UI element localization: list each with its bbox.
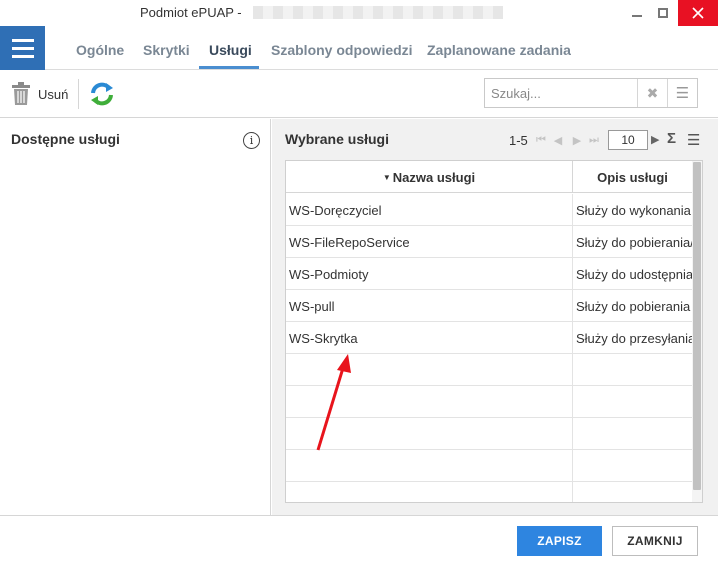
service-desc-cell: [573, 482, 692, 502]
prev-page-button[interactable]: ◀: [552, 133, 564, 147]
annotation-arrow-icon: [316, 354, 351, 451]
prev-page-icon: ◀: [553, 134, 563, 147]
table-row[interactable]: WS-Podmioty Służy do udostępnia: [286, 258, 692, 290]
pager-range: 1-5: [509, 133, 528, 148]
close-window-button[interactable]: [678, 0, 718, 26]
last-page-button[interactable]: ⏭: [588, 133, 600, 147]
minimize-button[interactable]: [626, 0, 648, 26]
service-desc-cell: Służy do udostępnia: [576, 266, 692, 282]
toolbar: Usuń ✖ ☰: [0, 70, 718, 118]
service-desc-cell: [573, 354, 692, 386]
column-header-desc-label: Opis usługi: [597, 169, 668, 185]
selected-services-panel: Wybrane usługi 1-5 ⏮ ◀ ▶ ⏭ 10 ▶ Σ ☰ ▼ Na…: [272, 119, 718, 515]
window-title: Podmiot ePUAP -: [140, 5, 242, 20]
service-name-cell: WS-Podmioty: [286, 258, 573, 290]
service-name-cell: [286, 482, 573, 502]
scrollbar-thumb[interactable]: [693, 162, 701, 490]
close-icon: [692, 7, 704, 19]
available-services-panel: Dostępne usługi i: [0, 119, 271, 515]
toolbar-divider: [78, 79, 79, 109]
redacted-title-text: [253, 6, 503, 19]
tab-szablony-odpowiedzi[interactable]: Szablony odpowiedzi: [271, 42, 413, 58]
info-icon-glyph: i: [249, 134, 254, 147]
service-name-cell: WS-Skrytka: [286, 322, 573, 354]
tab-uslugi[interactable]: Usługi: [209, 42, 252, 58]
service-name-cell: [286, 450, 573, 482]
maximize-button[interactable]: [652, 0, 674, 26]
play-icon: ▶: [651, 134, 660, 146]
search-clear-button[interactable]: ✖: [637, 79, 667, 107]
table-row[interactable]: WS-Doręczyciel Służy do wykonania: [286, 194, 692, 226]
first-page-icon: ⏮: [536, 133, 546, 146]
service-desc-cell: [573, 418, 692, 450]
next-page-icon: ▶: [572, 134, 582, 147]
dialog-footer: ZAPISZ ZAMKNIJ: [0, 515, 718, 566]
service-desc-cell: Służy do pobierania d: [576, 298, 692, 314]
refresh-icon: [91, 82, 113, 106]
sort-desc-icon: ▼: [382, 172, 391, 182]
clear-icon: ✖: [646, 84, 659, 101]
hamburger-icon: [11, 38, 34, 42]
service-name-cell: WS-Doręczyciel: [286, 194, 573, 226]
table-row[interactable]: WS-FileRepoService Służy do pobierania/: [286, 226, 692, 258]
column-header-name-label: Nazwa usługi: [392, 169, 476, 185]
search-input[interactable]: [485, 79, 637, 107]
next-page-button[interactable]: ▶: [571, 133, 583, 147]
close-button[interactable]: ZAMKNIJ: [612, 526, 698, 556]
refresh-button[interactable]: [89, 81, 115, 107]
list-icon: ☰: [675, 85, 690, 102]
service-name-cell: WS-FileRepoService: [286, 226, 573, 258]
list-icon: ☰: [687, 132, 701, 149]
search-options-button[interactable]: ☰: [667, 79, 697, 107]
maximize-icon: [658, 8, 668, 18]
active-tab-indicator: [199, 66, 259, 69]
table-row[interactable]: WS-Skrytka Służy do przesyłania: [286, 322, 692, 354]
column-header-desc[interactable]: Opis usługi: [573, 161, 692, 193]
info-icon[interactable]: i: [243, 132, 260, 149]
hamburger-icon-line: [11, 54, 34, 58]
column-options-button[interactable]: ☰: [687, 131, 700, 149]
minimize-icon: [632, 15, 642, 17]
page-size-play-button[interactable]: ▶: [651, 133, 659, 146]
tab-zaplanowane-zadania[interactable]: Zaplanowane zadania: [427, 42, 571, 58]
grid-header: ▼ Nazwa usługi Opis usługi: [286, 161, 692, 193]
empty-table-row: [286, 450, 692, 482]
title-bar: Podmiot ePUAP -: [0, 0, 718, 26]
trash-icon: [12, 82, 30, 105]
vertical-scrollbar[interactable]: [692, 161, 702, 502]
first-page-button[interactable]: ⏮: [535, 133, 547, 147]
sum-button[interactable]: Σ: [667, 130, 676, 147]
service-desc-cell: [573, 386, 692, 418]
service-desc-cell: Służy do przesyłania: [576, 330, 692, 346]
service-desc-cell: [573, 450, 692, 482]
tab-ogolne[interactable]: Ogólne: [76, 42, 124, 58]
selected-services-title: Wybrane usługi: [285, 131, 389, 147]
service-desc-cell: Służy do wykonania: [576, 202, 691, 218]
search-box: ✖ ☰: [484, 78, 698, 108]
save-button[interactable]: ZAPISZ: [517, 526, 602, 556]
empty-table-row: [286, 482, 692, 502]
page-size-input[interactable]: 10: [608, 130, 648, 150]
delete-button[interactable]: Usuń: [10, 81, 68, 107]
table-row[interactable]: WS-pull Służy do pobierania d: [286, 290, 692, 322]
service-desc-cell: Służy do pobierania/: [576, 234, 692, 250]
available-services-title: Dostępne usługi: [11, 131, 120, 147]
column-header-name[interactable]: ▼ Nazwa usługi: [286, 161, 573, 193]
tab-bar: Ogólne Skrytki Usługi Szablony odpowiedz…: [0, 26, 718, 70]
tab-skrytki[interactable]: Skrytki: [143, 42, 190, 58]
service-name-cell: WS-pull: [286, 290, 573, 322]
delete-label: Usuń: [38, 86, 69, 102]
hamburger-icon-line: [11, 46, 34, 50]
last-page-icon: ⏭: [589, 133, 599, 146]
menu-button[interactable]: [0, 26, 45, 70]
